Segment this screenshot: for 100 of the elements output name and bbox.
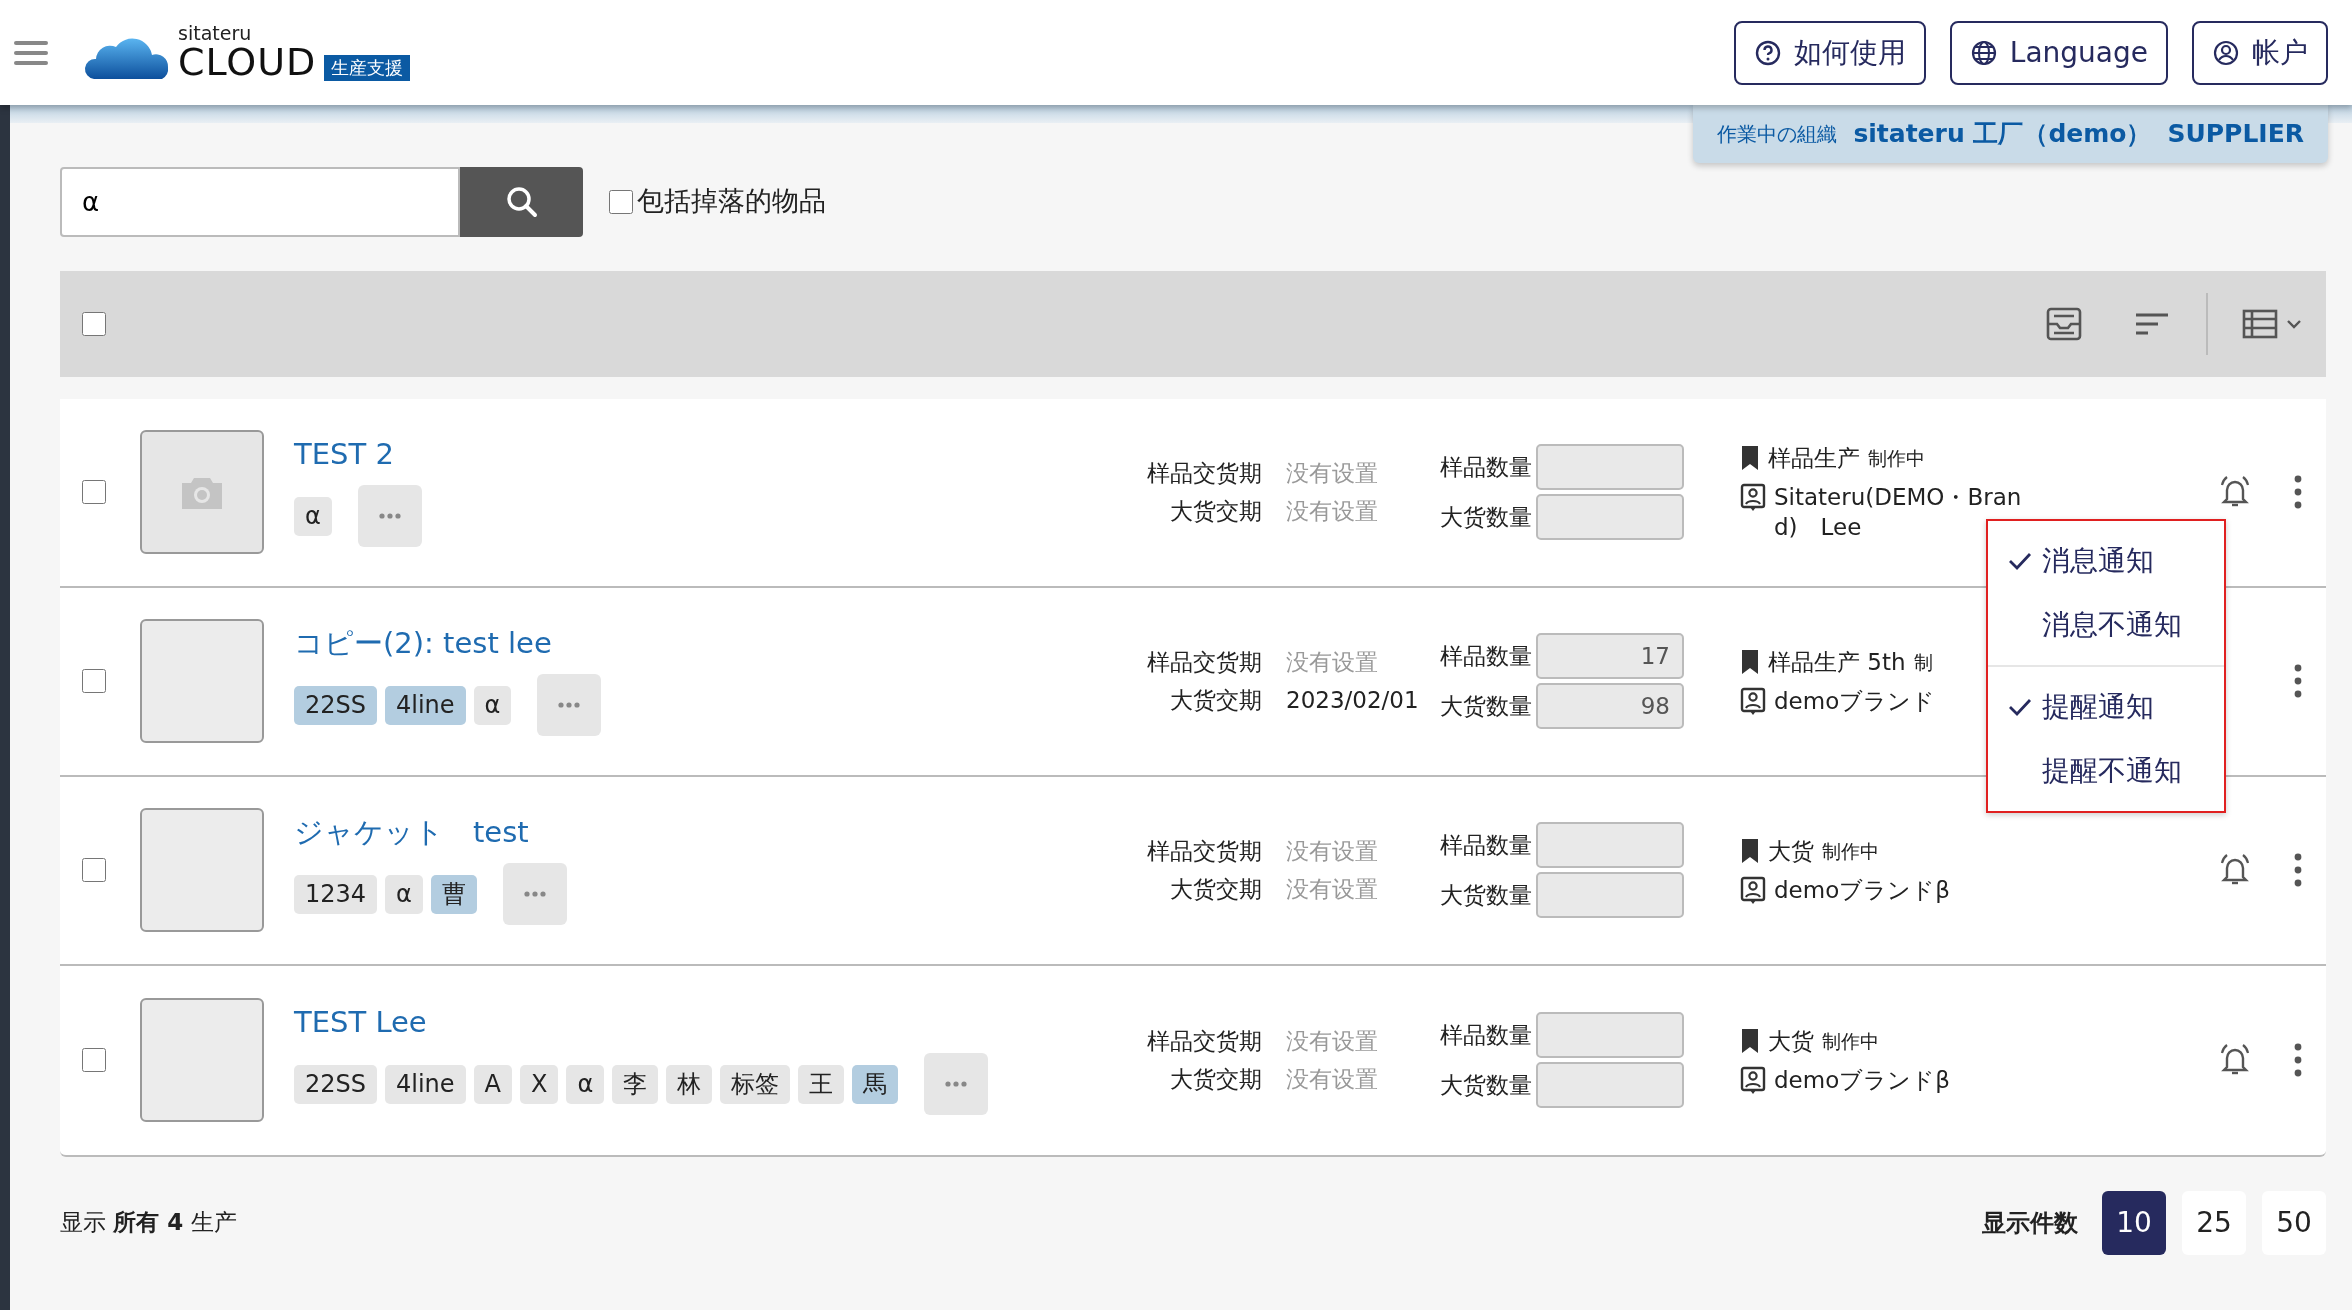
quantity-field[interactable]: 98 — [1536, 683, 1684, 729]
date-value: 没有设置 — [1286, 647, 1378, 677]
bookmark-icon — [1740, 838, 1760, 864]
more-icon — [945, 1081, 968, 1088]
production-phase: 样品生产 — [1768, 443, 1860, 473]
quantity-label: 样品数量 — [1440, 641, 1532, 671]
kebab-menu-icon[interactable] — [2294, 853, 2302, 887]
tag: 林 — [666, 1064, 713, 1104]
include-dropped-checkbox[interactable] — [609, 189, 633, 214]
row-checkbox[interactable] — [82, 858, 106, 882]
select-all-checkbox[interactable] — [82, 311, 106, 336]
tag: 4line — [385, 1064, 466, 1104]
menu-item[interactable]: 消息不通知 — [1988, 592, 2224, 657]
quantity-field[interactable] — [1536, 494, 1684, 540]
brand-name: demoブランドβ — [1774, 876, 1950, 906]
globe-icon — [1969, 38, 1998, 67]
language-button[interactable]: Language — [1949, 20, 2168, 85]
product-title-link[interactable]: TEST Lee — [294, 1004, 427, 1040]
row-checkbox[interactable] — [82, 1048, 106, 1072]
quantity-field[interactable] — [1536, 444, 1684, 490]
date-label: 样品交货期 — [1146, 836, 1262, 866]
bookmark-icon — [1740, 1028, 1760, 1054]
tag: 22SS — [294, 685, 377, 725]
tag: α — [294, 496, 332, 536]
row-checkbox[interactable] — [82, 480, 106, 504]
production-phase: 样品生产 5th — [1768, 647, 1906, 677]
search-field[interactable]: α — [60, 166, 460, 237]
quantity-label: 样品数量 — [1440, 1020, 1532, 1050]
product-title-link[interactable]: TEST 2 — [294, 436, 394, 472]
search-button[interactable] — [460, 166, 583, 237]
production-phase: 大货 — [1768, 836, 1814, 866]
tag: A — [473, 1064, 513, 1104]
date-label: 大货交期 — [1169, 497, 1262, 526]
help-button[interactable]: 如何使用 — [1733, 20, 1926, 85]
date-value: 没有设置 — [1286, 836, 1378, 866]
menu-item[interactable]: 提醒通知 — [1988, 674, 2224, 739]
date-label: 样品交货期 — [1146, 1026, 1262, 1056]
date-label: 大货交期 — [1169, 1065, 1262, 1094]
tag: 曹 — [430, 874, 477, 914]
tray-icon[interactable] — [2046, 306, 2082, 341]
organization-role: SUPPLIER — [2167, 118, 2304, 150]
result-summary: 显示 所有 4 生产 — [60, 1208, 237, 1238]
quantity-field[interactable] — [1536, 1012, 1684, 1058]
list-view-icon[interactable] — [2242, 308, 2302, 339]
search-icon — [504, 184, 539, 219]
quantity-field[interactable] — [1536, 822, 1684, 868]
quantity-label: 大货数量 — [1440, 502, 1532, 532]
production-status: 制作中 — [1822, 1028, 1879, 1054]
date-value: 没有设置 — [1286, 1026, 1378, 1056]
date-value: 2023/02/01 — [1286, 686, 1419, 715]
tag: 王 — [798, 1064, 845, 1104]
date-value: 没有设置 — [1286, 875, 1378, 904]
page-size-button[interactable]: 50 — [2262, 1190, 2326, 1255]
organization-name: sitateru 工厂（demo） — [1853, 118, 2152, 150]
bell-icon[interactable] — [2218, 853, 2252, 887]
brand-name: demoブランドβ — [1774, 1066, 1950, 1096]
quantity-label: 大货数量 — [1440, 1070, 1532, 1100]
production-phase: 大货 — [1768, 1026, 1814, 1056]
product-title-link[interactable]: ジャケット test — [294, 814, 529, 850]
production-status: 制作中 — [1868, 445, 1925, 471]
kebab-menu-icon[interactable] — [2294, 1043, 2302, 1077]
organization-label: 作業中の組織 — [1717, 120, 1838, 148]
checkbox-label: 包括掉落的物品 — [637, 184, 826, 219]
production-status: 制作中 — [1822, 838, 1879, 864]
tag: 馬 — [852, 1064, 899, 1104]
quantity-field[interactable]: 17 — [1536, 633, 1684, 679]
bell-icon[interactable] — [2218, 475, 2252, 509]
kebab-menu-icon[interactable] — [2294, 664, 2302, 698]
tag: α — [566, 1064, 605, 1104]
user-icon — [2212, 38, 2240, 67]
product-title-link[interactable]: コピー(2): test lee — [294, 625, 552, 661]
quantity-field[interactable] — [1536, 872, 1684, 918]
tag: α — [385, 874, 423, 914]
account-button[interactable]: 帐户 — [2192, 20, 2328, 85]
brand-name: demoブランド — [1774, 687, 1936, 717]
date-label: 大货交期 — [1169, 875, 1262, 904]
date-label: 样品交货期 — [1146, 647, 1262, 677]
quantity-label: 大货数量 — [1440, 691, 1532, 721]
quantity-label: 样品数量 — [1440, 452, 1532, 482]
more-icon — [558, 702, 581, 709]
menu-item[interactable]: 提醒不通知 — [1988, 738, 2224, 803]
date-value: 没有设置 — [1286, 497, 1378, 526]
more-icon — [378, 513, 401, 520]
production-status: 制 — [1913, 649, 1933, 675]
page-size-label: 显示件数 — [1982, 1207, 2078, 1239]
help-icon — [1753, 38, 1782, 67]
date-value: 没有设置 — [1286, 458, 1378, 488]
logo-text: sitateru — [178, 24, 253, 43]
page-size-button[interactable]: 10 — [2102, 1190, 2166, 1255]
quantity-field[interactable] — [1536, 1062, 1684, 1108]
bell-icon[interactable] — [2218, 1043, 2252, 1077]
logo-text: CLOUD — [178, 43, 317, 81]
more-icon — [523, 891, 546, 898]
date-value: 没有设置 — [1286, 1065, 1378, 1094]
date-label: 样品交货期 — [1146, 458, 1262, 488]
bookmark-icon — [1740, 649, 1760, 675]
row-checkbox[interactable] — [82, 669, 106, 693]
tag: 22SS — [294, 1064, 377, 1104]
kebab-menu-icon[interactable] — [2294, 475, 2302, 509]
page-size-button[interactable]: 25 — [2182, 1190, 2246, 1255]
